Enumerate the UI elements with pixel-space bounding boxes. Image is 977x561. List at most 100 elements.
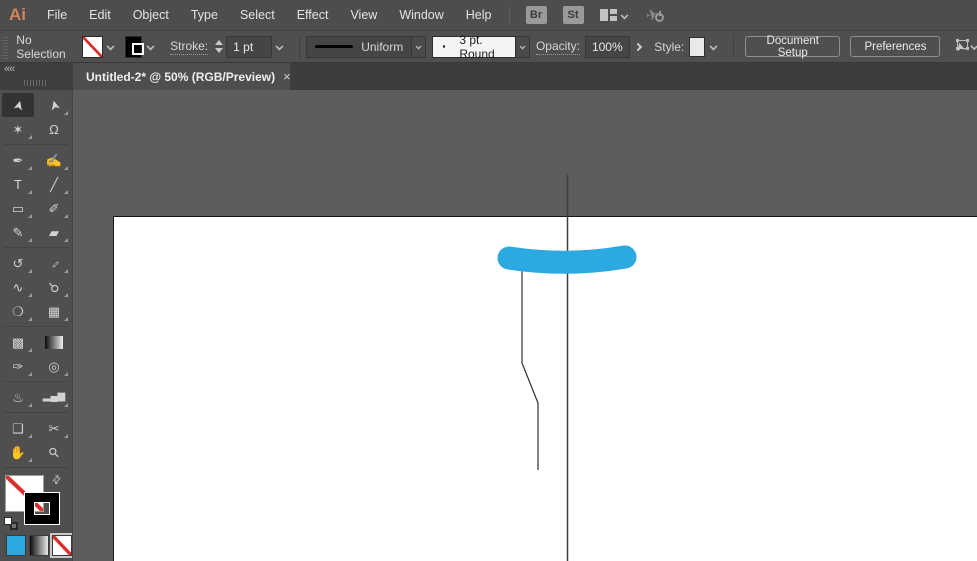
menu-effect[interactable]: Effect [286, 0, 340, 30]
workspace-chevron-down-icon[interactable] [620, 11, 628, 19]
tool-puppet-warp[interactable]: ⚲ [38, 275, 70, 299]
graphic-styles-button[interactable]: St [562, 6, 584, 24]
preferences-button[interactable]: Preferences [850, 36, 941, 57]
blue-brush-stroke [497, 245, 637, 274]
chevron-down-icon [275, 42, 284, 51]
menu-type[interactable]: Type [180, 0, 229, 30]
selection-status: No Selection [16, 32, 66, 61]
stroke-panel-link[interactable]: Stroke: [170, 39, 209, 55]
touch-workspace-icon[interactable]: ➤ [952, 39, 970, 54]
chevron-down-icon [106, 42, 115, 51]
brush-dot-icon [443, 45, 446, 48]
document-setup-button[interactable]: Document Setup [745, 35, 841, 59]
tool-selection[interactable]: ➤ [2, 93, 34, 117]
menu-edit[interactable]: Edit [78, 0, 122, 30]
tool-perspective-grid[interactable]: ▦ [38, 299, 70, 323]
menu-bar: Ai File Edit Object Type Select Effect V… [0, 0, 977, 30]
tool-direct-selection[interactable]: ➤ [38, 93, 70, 117]
tool-rotate[interactable]: ↺ [2, 251, 34, 275]
touch-workspace-chevron[interactable] [970, 42, 977, 51]
tools-grip[interactable] [24, 80, 46, 86]
tool-shape-builder[interactable]: ❍ [2, 299, 34, 323]
menu-window[interactable]: Window [388, 0, 454, 30]
tool-width[interactable]: ∿ [2, 275, 34, 299]
width-profile-dropdown[interactable]: Uniform [306, 35, 413, 58]
close-tab-icon[interactable]: × [283, 69, 291, 84]
canvas-area[interactable] [73, 90, 977, 561]
tool-pen[interactable]: ✒ [2, 148, 34, 172]
brush-name: 3 pt. Round [459, 32, 495, 61]
menu-view[interactable]: View [339, 0, 388, 30]
brush-chevron[interactable] [516, 35, 530, 58]
tool-type[interactable]: T [2, 172, 34, 196]
tool-paintbrush[interactable]: ✐ [38, 196, 70, 220]
width-profile-chevron[interactable] [412, 35, 426, 58]
tool-symbol-sprayer[interactable]: ♨ [2, 385, 34, 409]
workspace-layout-icon[interactable] [599, 9, 617, 21]
tools-divider [4, 412, 68, 413]
tool-scale[interactable]: ⇔ [38, 251, 70, 275]
stroke-weight-field[interactable]: 1 pt [226, 35, 272, 58]
tool-eyedropper[interactable]: ✑ [2, 354, 34, 378]
chevron-down-icon [415, 43, 422, 50]
tool-blend[interactable]: ◎ [38, 354, 70, 378]
fill-dropdown-button[interactable] [105, 36, 117, 58]
document-tab[interactable]: Untitled-2* @ 50% (RGB/Preview) × [73, 63, 291, 90]
canvas-artwork [497, 175, 637, 561]
step-up-icon [215, 40, 224, 45]
collapse-tools-icon[interactable]: «« [4, 63, 15, 75]
pen-path [521, 261, 539, 470]
tool-slice[interactable]: ✂ [38, 416, 70, 440]
stroke-proxy[interactable] [25, 493, 59, 524]
controlbar-divider [733, 34, 735, 59]
tool-lasso[interactable]: Ω [38, 117, 70, 141]
tool-rectangle[interactable]: ▭ [2, 196, 34, 220]
tool-curvature[interactable]: ✍ [38, 148, 70, 172]
gpu-performance-icon[interactable]: ✈ [644, 6, 665, 25]
tool-pencil[interactable]: ✎ [2, 220, 34, 244]
tool-line-segment[interactable]: ╱ [38, 172, 70, 196]
tools-divider [4, 247, 68, 248]
none-swatch-button[interactable] [50, 533, 72, 558]
opacity-panel-link[interactable]: Opacity: [535, 39, 580, 55]
stroke-weight-stepper[interactable] [215, 40, 224, 53]
stroke-weight-dropdown[interactable] [274, 36, 286, 58]
tool-zoom[interactable]: ⚲ [38, 440, 70, 464]
chevron-down-icon [709, 42, 718, 51]
tool-magic-wand[interactable]: ✶ [2, 117, 34, 141]
style-dropdown-button[interactable] [707, 36, 719, 58]
default-fill-stroke-icon[interactable] [4, 517, 18, 530]
swap-fill-stroke-icon[interactable]: ⇄ [49, 472, 64, 487]
menu-select[interactable]: Select [229, 0, 286, 30]
opacity-expand-button[interactable] [632, 36, 645, 58]
menu-object[interactable]: Object [122, 0, 180, 30]
color-swatch-button[interactable] [6, 535, 26, 556]
chevron-down-icon [519, 43, 526, 50]
bridge-button[interactable]: Br [525, 6, 547, 24]
fill-none-swatch[interactable] [81, 35, 103, 58]
stroke-color-swatch[interactable] [124, 35, 144, 58]
main-area: ➤ ➤ ✶ Ω ✒ ✍ T ╱ ▭ ✐ ✎ ▰ ↺ ⇔ ∿ ⚲ ❍ ▦ ▩ ▒ … [0, 90, 977, 561]
tool-column-graph[interactable]: ▂▄▆ [38, 385, 70, 409]
gradient-swatch-button[interactable] [29, 535, 49, 556]
width-profile-value: Uniform [361, 39, 404, 54]
power-icon [655, 10, 665, 22]
cursor-icon: ➤ [952, 40, 969, 54]
control-bar: No Selection Stroke: 1 pt Uniform 3 pt. … [0, 30, 977, 63]
brush-dropdown[interactable]: 3 pt. Round [432, 32, 517, 61]
style-swatch[interactable] [689, 36, 706, 57]
stroke-dropdown-button[interactable] [144, 36, 156, 58]
tool-gradient[interactable]: ▒ [38, 330, 70, 354]
tools-divider [4, 381, 68, 382]
menubar-divider [508, 6, 510, 24]
opacity-field[interactable]: 100% [584, 35, 630, 58]
menu-file[interactable]: File [36, 0, 78, 30]
tool-eraser[interactable]: ▰ [38, 220, 70, 244]
controlbar-divider [299, 34, 301, 59]
tool-mesh[interactable]: ▩ [2, 330, 34, 354]
menu-help[interactable]: Help [455, 0, 503, 30]
tool-hand[interactable]: ✋ [2, 440, 34, 464]
panel-grip[interactable] [2, 34, 9, 59]
step-down-icon [215, 48, 224, 53]
tool-artboard[interactable]: ❏ [2, 416, 34, 440]
